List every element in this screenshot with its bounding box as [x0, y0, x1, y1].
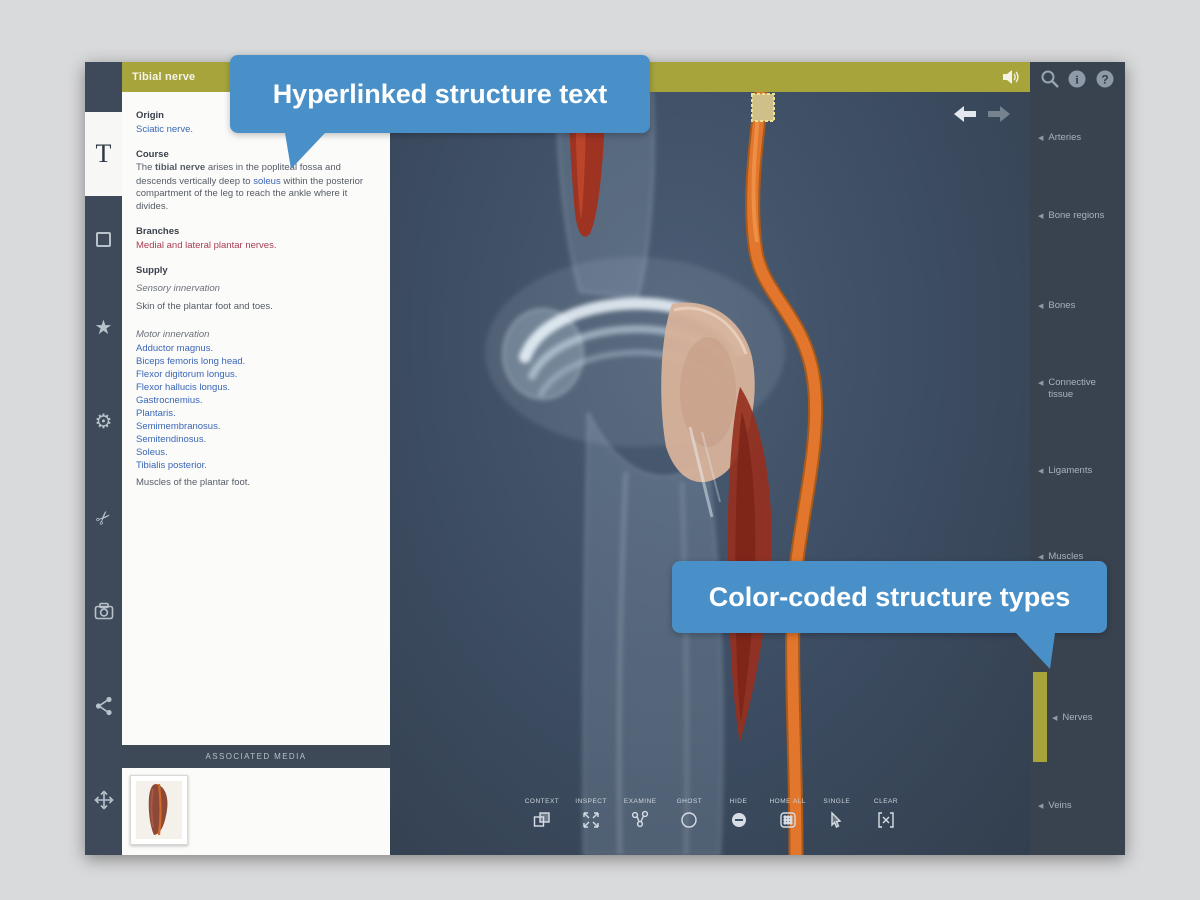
knee-anatomy-render [485, 92, 824, 855]
examine-icon [632, 810, 649, 828]
info-icon[interactable]: i [1067, 69, 1087, 89]
ghost-button[interactable]: GHOST [665, 798, 713, 830]
svg-text:?: ? [1101, 73, 1108, 87]
motor-link[interactable]: Soleus. [136, 446, 375, 459]
context-icon [533, 812, 550, 827]
callout-hyperlinked-text: Hyperlinked structure text [230, 55, 650, 169]
nerves-active-color-bar [1033, 672, 1047, 762]
inspect-icon [583, 812, 599, 828]
motor-innervation-label: Motor innervation [136, 329, 210, 340]
hide-icon [731, 813, 746, 827]
favorites-button[interactable]: ★ [85, 318, 122, 338]
app-window: Tibial nerve i ? ◀ Arteries ◀ Bone regio… [85, 62, 1125, 855]
share-icon [95, 696, 112, 716]
branches-heading: Branches [136, 226, 180, 237]
structure-type-bone-regions[interactable]: ◀ Bone regions [1038, 210, 1104, 222]
help-icon[interactable]: ? [1095, 69, 1115, 89]
structure-type-veins[interactable]: ◀ Veins [1038, 800, 1072, 812]
share-button[interactable] [85, 696, 122, 721]
structure-type-ligaments[interactable]: ◀ Ligaments [1038, 465, 1092, 477]
forward-arrow-icon[interactable] [986, 104, 1012, 124]
move-arrows-icon [93, 790, 114, 810]
home-all-button[interactable]: HOME ALL [764, 798, 812, 830]
search-icon[interactable] [1040, 69, 1060, 89]
tab-text-info[interactable]: T [85, 112, 122, 196]
branches-section: Branches Medial and lateral plantar nerv… [136, 226, 375, 252]
camera-icon [94, 602, 113, 620]
course-paragraph: The tibial nerve arises in the popliteal… [136, 162, 364, 212]
motor-link[interactable]: Semitendinosus. [136, 433, 375, 446]
motor-link[interactable]: Flexor digitorum longus. [136, 368, 375, 381]
screenshot-button[interactable] [85, 602, 122, 625]
associated-media-header: ASSOCIATED MEDIA [122, 745, 390, 768]
gear-icon: ⚙ [94, 411, 113, 433]
viewer-toolbar: CONTEXT INSPECT EXAMINE GHOST HIDE HOME … [518, 798, 910, 830]
course-heading: Course [136, 149, 169, 160]
motor-link[interactable]: Tibialis posterior. [136, 459, 375, 472]
dissect-button[interactable]: ✂ [85, 505, 122, 531]
window-icon [96, 232, 111, 247]
clear-icon [878, 812, 894, 828]
motor-link[interactable]: Plantaris. [136, 407, 375, 420]
views-button[interactable] [85, 232, 122, 252]
star-icon: ★ [94, 317, 113, 339]
chevron-left-icon: ◀ [1038, 468, 1044, 475]
course-section: Course The tibial nerve arises in the po… [136, 149, 375, 213]
plantar-nerves-link[interactable]: Medial and lateral plantar nerves. [136, 239, 375, 252]
callout-hyperlinked-text-label: Hyperlinked structure text [272, 78, 608, 109]
supply-heading: Supply [136, 265, 168, 276]
home-all-icon [780, 812, 796, 828]
chevron-left-icon: ◀ [1038, 303, 1044, 310]
context-button[interactable]: CONTEXT [518, 798, 566, 830]
top-right-icons: i ? [1030, 69, 1125, 89]
scissors-icon: ✂ [91, 505, 116, 531]
structure-type-connective-tissue[interactable]: ◀ Connective tissue [1038, 377, 1110, 401]
motor-plain-text: Muscles of the plantar foot. [136, 477, 251, 488]
motor-link[interactable]: Adductor magnus. [136, 342, 375, 355]
hide-button[interactable]: HIDE [715, 798, 763, 830]
examine-button[interactable]: EXAMINE [616, 798, 664, 830]
structure-type-panel: i ? ◀ Arteries ◀ Bone regions ◀ Bones ◀ … [1030, 62, 1125, 855]
clear-button[interactable]: CLEAR [862, 798, 910, 830]
chevron-left-icon: ◀ [1038, 380, 1044, 387]
left-toolbar: T ★ ⚙ ✂ [85, 62, 122, 855]
motor-link[interactable]: Flexor hallucis longus. [136, 381, 375, 394]
info-panel: Origin Sciatic nerve. Course The tibial … [122, 92, 390, 855]
structure-title: Tibial nerve [132, 71, 196, 83]
chevron-left-icon: ◀ [1038, 135, 1044, 142]
settings-button[interactable]: ⚙ [85, 412, 122, 432]
chevron-left-icon: ◀ [1038, 213, 1044, 220]
inspect-button[interactable]: INSPECT [567, 798, 615, 830]
structure-type-bones[interactable]: ◀ Bones [1038, 300, 1075, 312]
chevron-left-icon: ◀ [1052, 715, 1058, 722]
soleus-link[interactable]: soleus [253, 175, 280, 188]
single-icon [831, 811, 842, 828]
sensory-innervation-text: Skin of the plantar foot and toes. [136, 301, 273, 312]
chevron-left-icon: ◀ [1038, 554, 1044, 561]
supply-section: Supply Sensory innervation Skin of the p… [136, 265, 375, 490]
media-thumbnail[interactable] [130, 775, 188, 845]
single-button[interactable]: SINGLE [813, 798, 861, 830]
callout-color-coded-label: Color-coded structure types [708, 581, 1071, 612]
volume-icon[interactable] [1002, 69, 1020, 85]
anatomy-viewport[interactable]: CONTEXT INSPECT EXAMINE GHOST HIDE HOME … [390, 92, 1030, 855]
structure-type-arteries[interactable]: ◀ Arteries [1038, 132, 1081, 144]
ghost-icon [681, 812, 698, 828]
text-tab-glyph: T [95, 139, 112, 168]
callout-color-coded: Color-coded structure types [672, 561, 1107, 669]
move-button[interactable] [85, 790, 122, 815]
view-history-nav [952, 104, 1012, 124]
chevron-left-icon: ◀ [1038, 803, 1044, 810]
sensory-innervation-label: Sensory innervation [136, 283, 220, 294]
motor-link[interactable]: Gastrocnemius. [136, 394, 375, 407]
structure-text: Origin Sciatic nerve. Course The tibial … [122, 92, 390, 745]
media-thumbnail-image [136, 781, 182, 839]
associated-media-area [122, 768, 390, 855]
motor-link[interactable]: Biceps femoris long head. [136, 355, 375, 368]
page: Tibial nerve i ? ◀ Arteries ◀ Bone regio… [0, 0, 1200, 900]
back-arrow-icon[interactable] [952, 104, 978, 124]
motor-link[interactable]: Semimembranosus. [136, 420, 375, 433]
structure-type-nerves[interactable]: ◀ Nerves [1052, 712, 1092, 724]
